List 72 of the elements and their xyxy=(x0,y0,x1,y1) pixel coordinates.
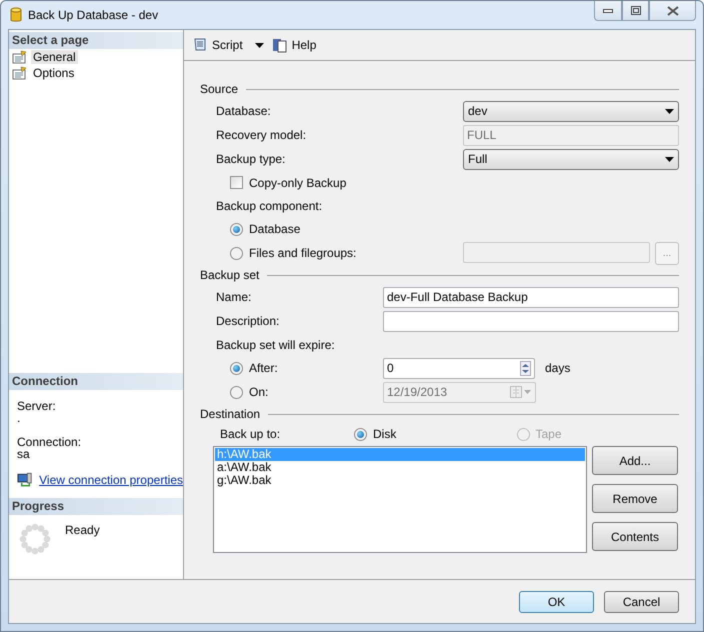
field-label: Back up to: xyxy=(220,427,282,441)
action-button[interactable]: Remove xyxy=(592,484,678,513)
page-item[interactable]: Options xyxy=(31,66,76,80)
radio-label: Database xyxy=(249,222,300,236)
page-icon xyxy=(12,50,28,64)
field-label: Backup component: xyxy=(216,198,322,212)
maximize-icon xyxy=(630,6,640,15)
checkbox-label: Copy-only Backup xyxy=(249,176,346,190)
days-spinbox[interactable]: 0 xyxy=(383,358,535,378)
radio-button[interactable] xyxy=(230,362,243,374)
field-label: Database: xyxy=(216,104,272,118)
field-label: Backup set will expire: xyxy=(216,338,335,352)
dialog-button[interactable]: OK xyxy=(519,590,594,612)
checkbox[interactable] xyxy=(230,176,243,189)
page-item[interactable]: General xyxy=(31,50,78,64)
caret-icon xyxy=(665,108,674,114)
backup-type-dropdown[interactable]: Full xyxy=(463,148,679,170)
minimize-button[interactable] xyxy=(594,1,622,21)
section-heading: Source xyxy=(200,82,238,96)
scroll-icon xyxy=(192,37,208,53)
connection-properties-link[interactable]: View connection properties xyxy=(39,473,183,487)
date-picker[interactable]: 12/19/2013 xyxy=(383,382,536,402)
dialog-button[interactable]: Cancel xyxy=(604,590,679,612)
radio-button[interactable] xyxy=(230,246,243,260)
progress-status: Ready xyxy=(65,523,100,539)
action-button[interactable]: Contents xyxy=(592,522,678,551)
action-button[interactable]: Add... xyxy=(592,446,678,475)
panel-header: Progress xyxy=(9,498,183,515)
list-item[interactable]: g:\AW.bak xyxy=(215,474,585,487)
calendar-icon xyxy=(510,386,532,398)
field-label: Description: xyxy=(216,314,280,328)
close-button[interactable] xyxy=(649,1,696,21)
section-heading: Backup set xyxy=(200,268,260,282)
field-value: sa xyxy=(17,448,31,460)
unit-label: days xyxy=(545,361,570,375)
window-title: Back Up Database - dev xyxy=(28,8,158,22)
script-dropdown[interactable]: Script xyxy=(192,37,264,53)
help-button[interactable]: Help xyxy=(272,37,316,53)
field-label: Connection: xyxy=(17,436,82,448)
backup-file-list[interactable]: h:\AW.bak a:\AW.bak g:\AW.bak xyxy=(213,446,587,553)
radio-label: Disk xyxy=(373,427,396,441)
minimize-icon xyxy=(603,8,613,12)
panel-header: Connection xyxy=(9,373,183,390)
caret-icon xyxy=(254,42,264,48)
radio-label: After: xyxy=(249,361,278,375)
caret-icon xyxy=(665,156,674,162)
name-field[interactable]: dev-Full Database Backup xyxy=(383,286,679,308)
field-label: Server: xyxy=(17,400,57,412)
radio-label: Files and filegroups: xyxy=(249,246,356,260)
close-icon xyxy=(666,6,678,16)
filegroups-field[interactable] xyxy=(463,242,650,262)
panel-header: Select a page xyxy=(9,32,183,49)
field-label: Backup type: xyxy=(216,152,286,166)
field-label: Recovery model: xyxy=(216,128,308,142)
database-icon xyxy=(10,7,22,23)
field-value: . xyxy=(17,412,22,424)
radio-button[interactable] xyxy=(230,222,243,236)
radio-label: Tape xyxy=(536,427,562,441)
spinner-icon xyxy=(19,523,51,555)
maximize-button[interactable] xyxy=(622,1,649,21)
radio-button[interactable] xyxy=(230,386,243,398)
field-label: Name: xyxy=(216,290,252,304)
database-dropdown[interactable]: dev xyxy=(463,100,679,122)
section-heading: Destination xyxy=(200,407,260,421)
radio-label: On: xyxy=(249,385,268,399)
connection-icon xyxy=(17,472,34,488)
document-icon xyxy=(272,37,288,53)
description-field[interactable] xyxy=(383,310,679,332)
spin-arrows-icon xyxy=(520,360,531,376)
list-item[interactable]: a:\AW.bak xyxy=(215,461,585,474)
page-icon xyxy=(12,66,28,80)
radio-button[interactable] xyxy=(354,428,367,440)
